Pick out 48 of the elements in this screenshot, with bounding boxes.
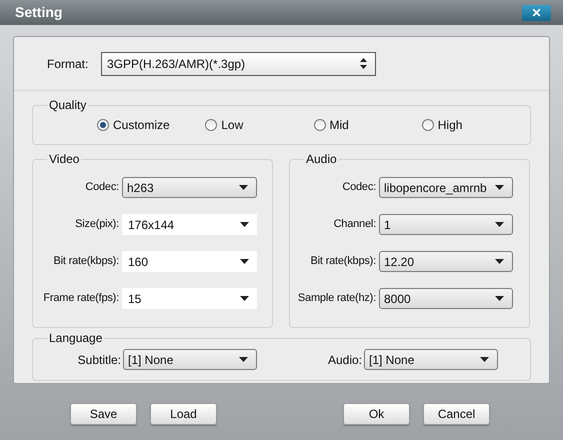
dropdown-arrow-icon xyxy=(239,357,248,362)
field-label: Bit rate(kbps): xyxy=(310,254,376,270)
radio-label[interactable]: Customize xyxy=(113,116,170,134)
dropdown[interactable]: 1 xyxy=(379,214,513,235)
dialog-button[interactable]: Cancel xyxy=(423,403,490,425)
combo-field[interactable]: 15 xyxy=(122,288,257,309)
field-label: Sample rate(hz): xyxy=(296,291,376,306)
format-dropdown[interactable]: 3GPP(H.263/AMR)(*.3gp) xyxy=(101,52,376,76)
audio-label: Audio: xyxy=(326,352,362,368)
field-label: Codec: xyxy=(341,180,376,196)
dropdown-arrow-icon xyxy=(480,357,489,362)
close-button[interactable]: ✕ xyxy=(522,4,551,20)
dropdown[interactable]: [1] None xyxy=(123,349,257,370)
radio-button[interactable] xyxy=(205,119,218,131)
dropdown[interactable]: [1] None xyxy=(364,349,498,370)
group-title: Quality xyxy=(47,97,88,113)
radio-label[interactable]: Low xyxy=(221,116,244,134)
dropdown-arrow-icon xyxy=(495,222,504,227)
dialog-button[interactable]: Load xyxy=(150,403,217,425)
field-label: Codec: xyxy=(84,180,119,196)
dropdown-arrow-icon xyxy=(495,185,504,190)
radio-button[interactable] xyxy=(314,119,326,131)
dropdown-arrow-icon xyxy=(240,222,249,227)
dropdown-arrow-icon xyxy=(239,185,248,190)
dialog-button[interactable]: Ok xyxy=(343,403,410,425)
dropdown[interactable]: 12.20 xyxy=(379,251,513,272)
window-title: Setting xyxy=(15,3,62,22)
field-label: Frame rate(fps): xyxy=(42,291,119,306)
format-label: Format: xyxy=(47,56,90,72)
dropdown[interactable]: h263 xyxy=(122,177,257,198)
radio-button[interactable] xyxy=(97,119,109,131)
spinner-arrows-icon xyxy=(360,58,367,69)
radio-label[interactable]: Mid xyxy=(330,116,349,134)
combo-field[interactable]: 176x144 xyxy=(122,214,257,235)
dropdown-arrow-icon xyxy=(240,259,249,264)
subtitle-label: Subtitle: xyxy=(76,352,121,368)
dropdown-arrow-icon xyxy=(495,296,504,301)
field-label: Channel: xyxy=(332,217,376,232)
dropdown-arrow-icon xyxy=(240,296,249,301)
dropdown[interactable]: 8000 xyxy=(379,288,513,309)
field-label: Bit rate(kbps): xyxy=(52,254,119,270)
field-label: Size(pix): xyxy=(74,217,119,232)
dialog-button[interactable]: Save xyxy=(70,403,137,425)
combo-field[interactable]: 160 xyxy=(122,251,257,272)
dropdown[interactable]: libopencore_amrnb xyxy=(379,177,513,198)
radio-button[interactable] xyxy=(422,119,434,131)
radio-label[interactable]: High xyxy=(438,116,462,134)
dropdown-arrow-icon xyxy=(495,259,504,264)
